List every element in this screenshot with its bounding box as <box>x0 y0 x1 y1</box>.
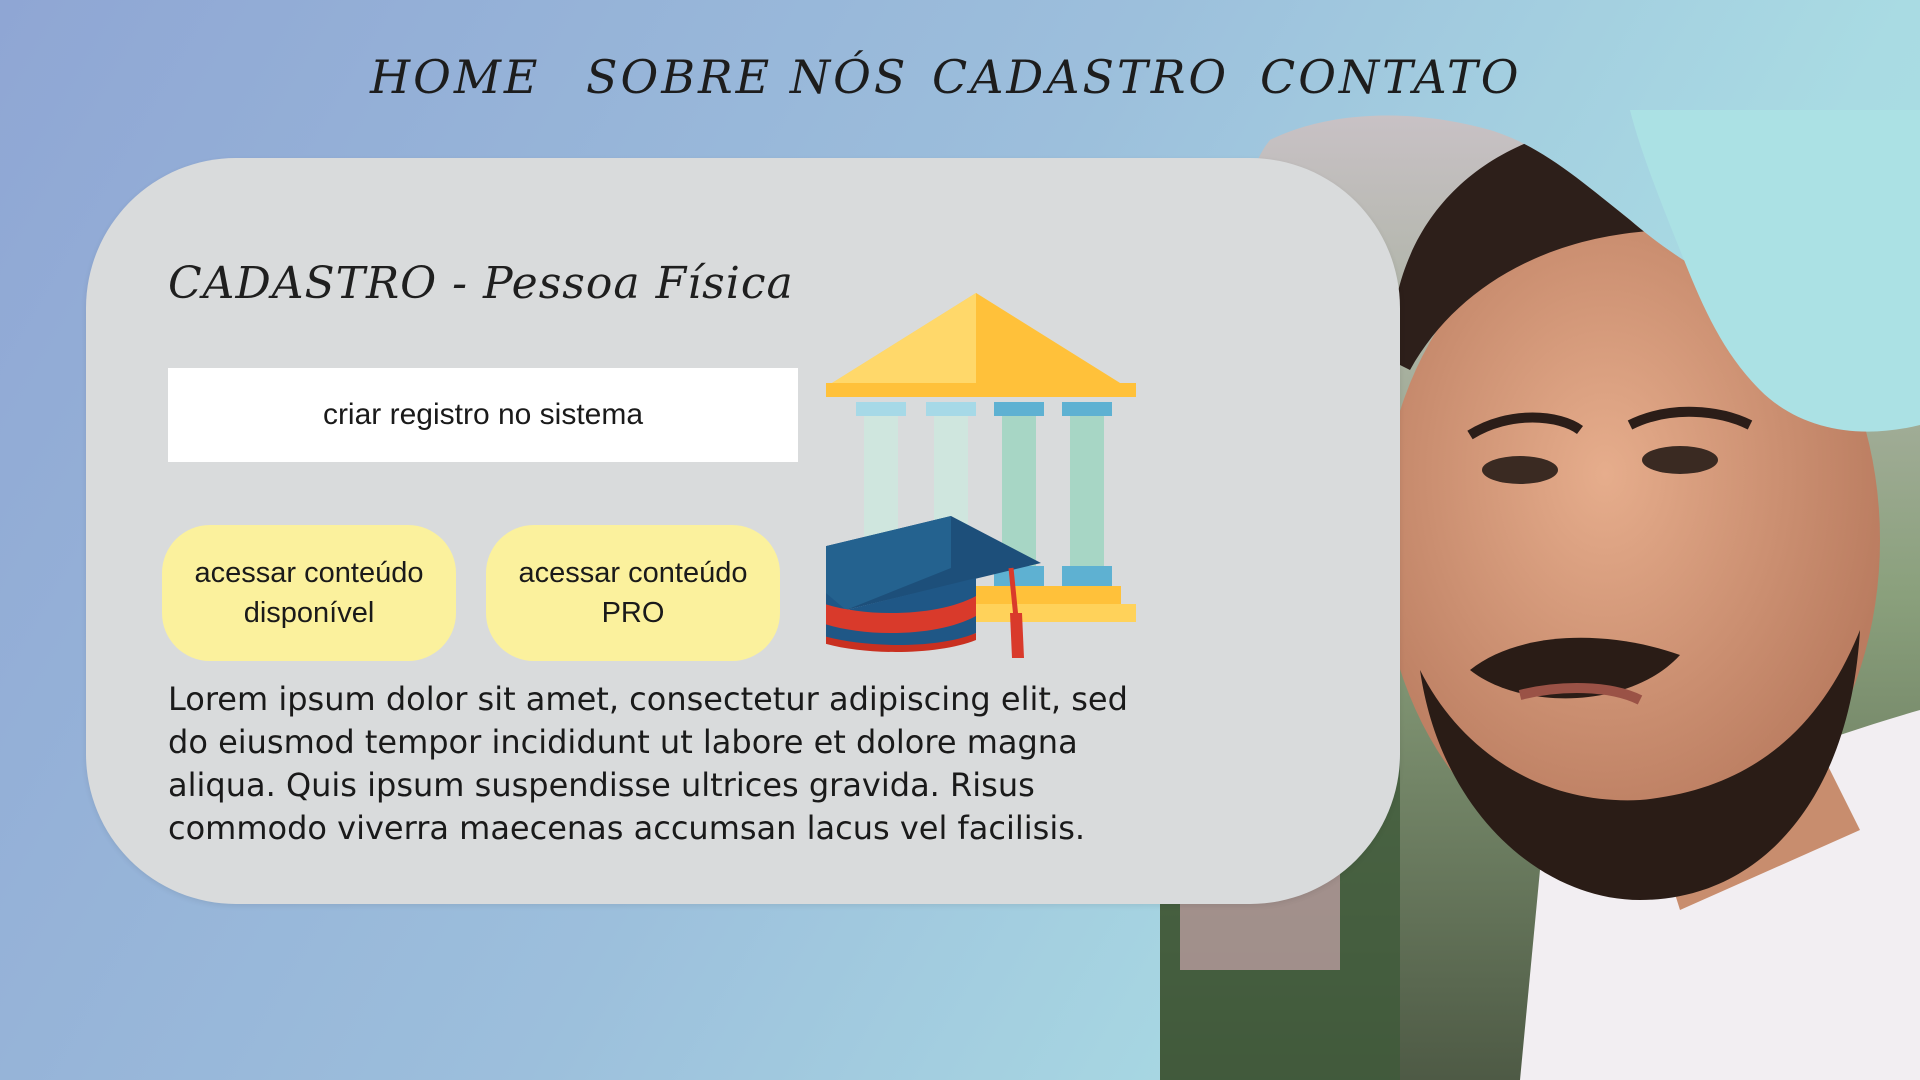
nav-contact-link[interactable]: CONTATO <box>1260 50 1521 104</box>
registration-card: CADASTRO - Pessoa Física criar registro … <box>86 158 1400 904</box>
nav-about-link[interactable]: SOBRE NÓS <box>586 50 908 104</box>
nav-home-link[interactable]: HOME <box>370 50 541 104</box>
access-pro-content-button[interactable]: acessar conteúdo PRO <box>486 525 780 661</box>
card-title: CADASTRO - Pessoa Física <box>168 258 794 309</box>
access-available-content-button[interactable]: acessar conteúdo disponível <box>162 525 456 661</box>
university-graduation-icon <box>756 278 1286 678</box>
nav-register-link[interactable]: CADASTRO <box>932 50 1229 104</box>
top-navigation: HOME SOBRE NÓS CADASTRO CONTATO <box>0 40 1920 120</box>
description-text: Lorem ipsum dolor sit amet, consectetur … <box>168 680 1128 847</box>
create-record-button[interactable]: criar registro no sistema <box>168 368 798 462</box>
